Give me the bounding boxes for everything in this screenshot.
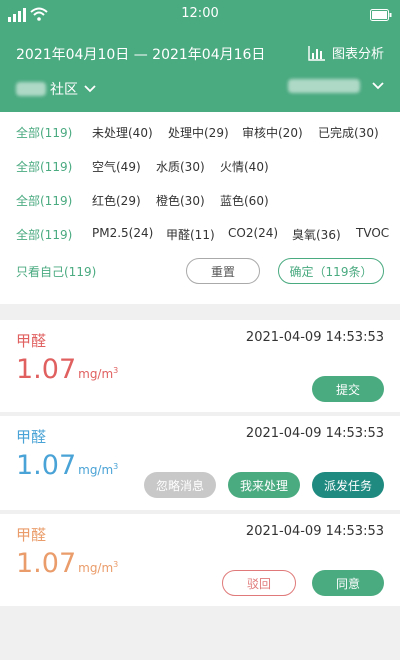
handle-myself-button[interactable]: 我来处理 [228,472,300,498]
alert-card[interactable]: 甲醛 2021-04-09 14:53:53 1.07 mg/m3 驳回 同意 [0,514,400,606]
station-selector[interactable] [288,79,384,93]
only-mine-toggle[interactable]: 只看自己(119) [16,263,96,280]
status-time: 12:00 [181,6,219,21]
alert-value-number: 1.07 [16,450,77,481]
station-name-redacted [288,79,360,93]
alert-value: 1.07 mg/m3 [16,354,118,385]
chart-analysis-button[interactable]: 图表分析 [308,43,384,62]
filter-chip[interactable]: TVOC [356,226,389,240]
chevron-down-icon [84,85,96,93]
filter-chip[interactable]: PM2.5(24) [92,226,153,240]
type-filter-row: 全部(119) 空气(49) 水质(30) 火情(40) [0,156,400,178]
filter-panel: 全部(119) 未处理(40) 处理中(29) 审核中(20) 已完成(30) … [0,112,400,304]
filter-chip[interactable]: 未处理(40) [92,124,153,141]
filter-chip[interactable]: 处理中(29) [168,124,229,141]
alert-title: 甲醛 [16,526,47,544]
alert-card[interactable]: 甲醛 2021-04-09 14:53:53 1.07 mg/m3 提交 [0,320,400,412]
alert-title: 甲醛 [16,428,47,446]
status-filter-row: 全部(119) 未处理(40) 处理中(29) 审核中(20) 已完成(30) [0,122,400,144]
community-name-redacted [16,82,46,96]
battery-icon [370,9,392,21]
filter-chip[interactable]: 甲醛(11) [166,226,215,243]
filter-chip[interactable]: 全部(119) [16,124,72,141]
ignore-message-button[interactable]: 忽略消息 [144,472,216,498]
filter-chip[interactable]: 空气(49) [92,158,141,175]
bar-chart-icon [308,45,325,61]
level-filter-row: 全部(119) 红色(29) 橙色(30) 蓝色(60) [0,190,400,212]
submit-button[interactable]: 提交 [312,376,384,402]
alert-time: 2021-04-09 14:53:53 [245,330,384,345]
filter-chip[interactable]: 审核中(20) [242,124,303,141]
filter-chip[interactable]: 臭氧(36) [292,226,341,243]
dispatch-task-button[interactable]: 派发任务 [312,472,384,498]
reject-button[interactable]: 驳回 [222,570,296,596]
alert-value-unit: mg/m3 [78,462,119,477]
filter-chip[interactable]: 水质(30) [156,158,205,175]
filter-chip[interactable]: 红色(29) [92,192,141,209]
reset-button[interactable]: 重置 [186,258,260,284]
header: 12:00 2021年04月10日 — 2021年04月16日 图表分析 社区 [0,0,400,112]
alert-value-number: 1.07 [16,548,77,579]
community-label: 社区 [50,82,78,98]
filter-chip[interactable]: 橙色(30) [156,192,205,209]
alert-card[interactable]: 甲醛 2021-04-09 14:53:53 1.07 mg/m3 忽略消息 我… [0,416,400,510]
alert-title: 甲醛 [16,332,47,350]
alert-time: 2021-04-09 14:53:53 [245,524,384,539]
filter-chip[interactable]: 全部(119) [16,226,72,243]
approve-button[interactable]: 同意 [312,570,384,596]
filter-chip[interactable]: 火情(40) [220,158,269,175]
alert-value: 1.07 mg/m3 [16,450,118,481]
community-selector[interactable]: 社区 [16,79,96,99]
filter-chip[interactable]: 已完成(30) [318,124,379,141]
alert-value: 1.07 mg/m3 [16,548,118,579]
alert-time: 2021-04-09 14:53:53 [245,426,384,441]
date-range-selector[interactable]: 2021年04月10日 — 2021年04月16日 [16,44,265,64]
chevron-down-icon [372,82,384,90]
filter-chip[interactable]: 蓝色(60) [220,192,269,209]
pollutant-filter-row: 全部(119) PM2.5(24) 甲醛(11) CO2(24) 臭氧(36) … [0,224,400,246]
status-bar: 12:00 [0,0,400,30]
confirm-button[interactable]: 确定（119条） [278,258,384,284]
filter-chip[interactable]: 全部(119) [16,158,72,175]
alert-value-unit: mg/m3 [78,366,119,381]
filter-chip[interactable]: 全部(119) [16,192,72,209]
alert-value-number: 1.07 [16,354,77,385]
alert-value-unit: mg/m3 [78,560,119,575]
filter-chip[interactable]: CO2(24) [228,226,278,240]
chart-analysis-label: 图表分析 [331,47,384,62]
